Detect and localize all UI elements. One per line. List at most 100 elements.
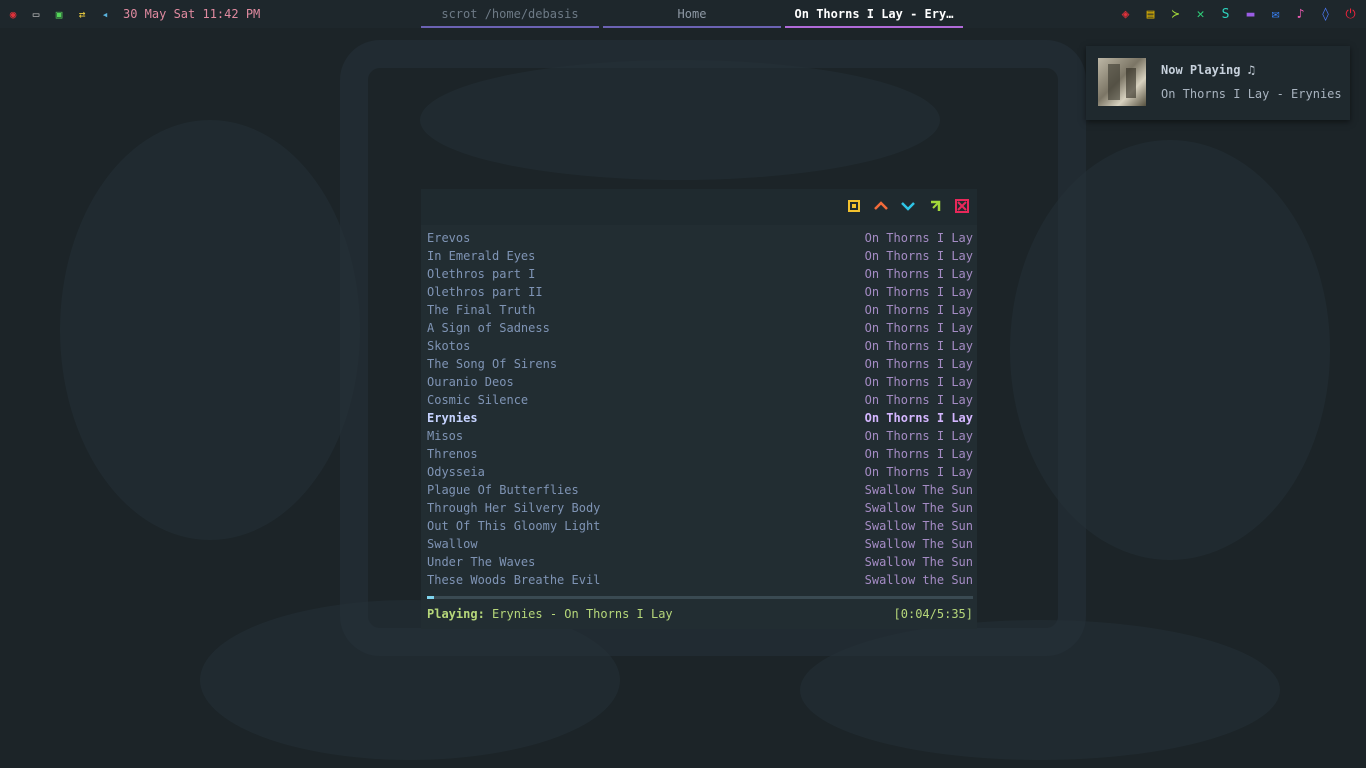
track-title: Through Her Silvery Body bbox=[427, 501, 601, 515]
track-row[interactable]: In Emerald Eyes On Thorns I Lay bbox=[427, 247, 973, 265]
track-row[interactable]: Threnos On Thorns I Lay bbox=[427, 445, 973, 463]
track-row[interactable]: Swallow Swallow The Sun bbox=[427, 535, 973, 553]
track-title: Plague Of Butterflies bbox=[427, 483, 579, 497]
now-playing-notification[interactable]: Now Playing ♫ On Thorns I Lay - Erynies bbox=[1086, 46, 1350, 120]
track-album: Swallow The Sun bbox=[864, 519, 973, 533]
track-title: Cosmic Silence bbox=[427, 393, 529, 407]
track-album: Swallow The Sun bbox=[864, 501, 973, 515]
arch-menu-icon[interactable]: ◉ bbox=[6, 7, 20, 21]
track-row[interactable]: The Final Truth On Thorns I Lay bbox=[427, 301, 973, 319]
track-row[interactable]: The Song Of Sirens On Thorns I Lay bbox=[427, 355, 973, 373]
track-album: On Thorns I Lay bbox=[864, 465, 973, 479]
track-title: Under The Waves bbox=[427, 555, 536, 569]
track-album: On Thorns I Lay bbox=[864, 339, 973, 353]
playing-info: Playing: Erynies - On Thorns I Lay bbox=[427, 607, 673, 621]
track-title: Skotos bbox=[427, 339, 471, 353]
window-titlebar bbox=[421, 189, 977, 225]
track-title: Erevos bbox=[427, 231, 471, 245]
track-title: Odysseia bbox=[427, 465, 485, 479]
status-line: Playing: Erynies - On Thorns I Lay [0:04… bbox=[427, 607, 973, 621]
track-album: Swallow The Sun bbox=[864, 483, 973, 497]
track-row[interactable]: Misos On Thorns I Lay bbox=[427, 427, 973, 445]
track-row[interactable]: Skotos On Thorns I Lay bbox=[427, 337, 973, 355]
sublime-icon[interactable]: S bbox=[1218, 7, 1233, 22]
track-row[interactable]: Ouranio Deos On Thorns I Lay bbox=[427, 373, 973, 391]
track-album: On Thorns I Lay bbox=[864, 303, 973, 317]
track-album: On Thorns I Lay bbox=[864, 357, 973, 371]
track-title: Olethros part II bbox=[427, 285, 543, 299]
track-row[interactable]: Out Of This Gloomy Light Swallow The Sun bbox=[427, 517, 973, 535]
keyboard-icon[interactable]: ▭ bbox=[29, 7, 43, 21]
track-title: Threnos bbox=[427, 447, 478, 461]
track-title: Swallow bbox=[427, 537, 478, 551]
app-launcher: ◈ ▤ ≻ ✕ S ▬ ✉ ♪ ◊ ⏻ bbox=[1118, 0, 1358, 28]
track-album: Swallow the Sun bbox=[864, 573, 973, 587]
chevron-up-icon[interactable] bbox=[872, 197, 890, 215]
track-title: Ouranio Deos bbox=[427, 375, 514, 389]
track-row[interactable]: Through Her Silvery Body Swallow The Sun bbox=[427, 499, 973, 517]
mail-icon[interactable]: ✉ bbox=[1268, 7, 1283, 22]
network-icon[interactable]: ⇄ bbox=[75, 7, 89, 21]
playback-time: [0:04/5:35] bbox=[893, 607, 973, 621]
progress-fill bbox=[427, 596, 434, 599]
track-album: On Thorns I Lay bbox=[864, 231, 973, 245]
tab-music-player[interactable]: On Thorns I Lay - Ery… bbox=[785, 0, 963, 28]
track-title: These Woods Breathe Evil bbox=[427, 573, 601, 587]
track-album: On Thorns I Lay bbox=[864, 267, 973, 281]
track-row[interactable]: Cosmic Silence On Thorns I Lay bbox=[427, 391, 973, 409]
track-row[interactable]: Olethros part I On Thorns I Lay bbox=[427, 265, 973, 283]
track-title: Olethros part I bbox=[427, 267, 536, 281]
album-art bbox=[1098, 58, 1146, 106]
track-row[interactable]: Odysseia On Thorns I Lay bbox=[427, 463, 973, 481]
firefox-icon[interactable]: ◈ bbox=[1118, 7, 1133, 22]
track-album: On Thorns I Lay bbox=[864, 447, 973, 461]
track-row[interactable]: Plague Of Butterflies Swallow The Sun bbox=[427, 481, 973, 499]
notification-title: Now Playing ♫ bbox=[1161, 63, 1255, 77]
track-row[interactable]: A Sign of Sadness On Thorns I Lay bbox=[427, 319, 973, 337]
status-area: ◉ ▭ ▣ ⇄ ◂ 30 May Sat 11:42 PM bbox=[6, 0, 261, 28]
drop-icon[interactable]: ◊ bbox=[1318, 7, 1333, 22]
playlist: Erevos On Thorns I Lay In Emerald Eyes On T… bbox=[427, 229, 973, 589]
top-bar: ◉ ▭ ▣ ⇄ ◂ 30 May Sat 11:42 PM scrot /home/deb… bbox=[0, 0, 1366, 28]
track-album: On Thorns I Lay bbox=[864, 375, 973, 389]
window-tabs: scrot /home/debasis Home On Thorns I Lay… bbox=[421, 0, 963, 28]
track-album: On Thorns I Lay bbox=[864, 411, 973, 425]
maximize-icon[interactable] bbox=[845, 197, 863, 215]
terminal-icon[interactable]: ≻ bbox=[1168, 7, 1183, 22]
track-row[interactable]: Erevos On Thorns I Lay bbox=[427, 229, 973, 247]
track-row[interactable]: These Woods Breathe Evil Swallow the Sun bbox=[427, 571, 973, 589]
folder-icon[interactable]: ▬ bbox=[1243, 7, 1258, 22]
vscode-icon[interactable]: ✕ bbox=[1193, 7, 1208, 22]
track-title: In Emerald Eyes bbox=[427, 249, 536, 263]
tab-terminal[interactable]: scrot /home/debasis bbox=[421, 0, 599, 28]
track-album: On Thorns I Lay bbox=[864, 249, 973, 263]
move-icon[interactable] bbox=[926, 197, 944, 215]
close-icon[interactable] bbox=[953, 197, 971, 215]
battery-icon[interactable]: ▣ bbox=[52, 7, 66, 21]
music-player-window: Erevos On Thorns I Lay In Emerald Eyes On T… bbox=[421, 189, 977, 629]
track-title: Out Of This Gloomy Light bbox=[427, 519, 601, 533]
track-title: Misos bbox=[427, 429, 464, 443]
playing-track: Erynies - On Thorns I Lay bbox=[492, 607, 673, 621]
progress-bar[interactable] bbox=[427, 596, 973, 599]
track-title: A Sign of Sadness bbox=[427, 321, 550, 335]
track-album: On Thorns I Lay bbox=[864, 393, 973, 407]
track-title: The Final Truth bbox=[427, 303, 536, 317]
track-album: Swallow The Sun bbox=[864, 537, 973, 551]
track-title: Erynies bbox=[427, 411, 478, 425]
volume-icon[interactable]: ◂ bbox=[98, 7, 112, 21]
track-album: On Thorns I Lay bbox=[864, 321, 973, 335]
files-icon[interactable]: ▤ bbox=[1143, 7, 1158, 22]
track-album: On Thorns I Lay bbox=[864, 285, 973, 299]
playing-label: Playing: bbox=[427, 607, 485, 621]
tab-home[interactable]: Home bbox=[603, 0, 781, 28]
track-row[interactable]: Erynies On Thorns I Lay bbox=[427, 409, 973, 427]
notification-body: On Thorns I Lay - Erynies bbox=[1161, 87, 1342, 101]
music-icon[interactable]: ♪ bbox=[1293, 7, 1308, 22]
chevron-down-icon[interactable] bbox=[899, 197, 917, 215]
power-icon[interactable]: ⏻ bbox=[1343, 7, 1358, 22]
track-album: Swallow The Sun bbox=[864, 555, 973, 569]
track-row[interactable]: Olethros part II On Thorns I Lay bbox=[427, 283, 973, 301]
track-title: The Song Of Sirens bbox=[427, 357, 558, 371]
track-row[interactable]: Under The Waves Swallow The Sun bbox=[427, 553, 973, 571]
